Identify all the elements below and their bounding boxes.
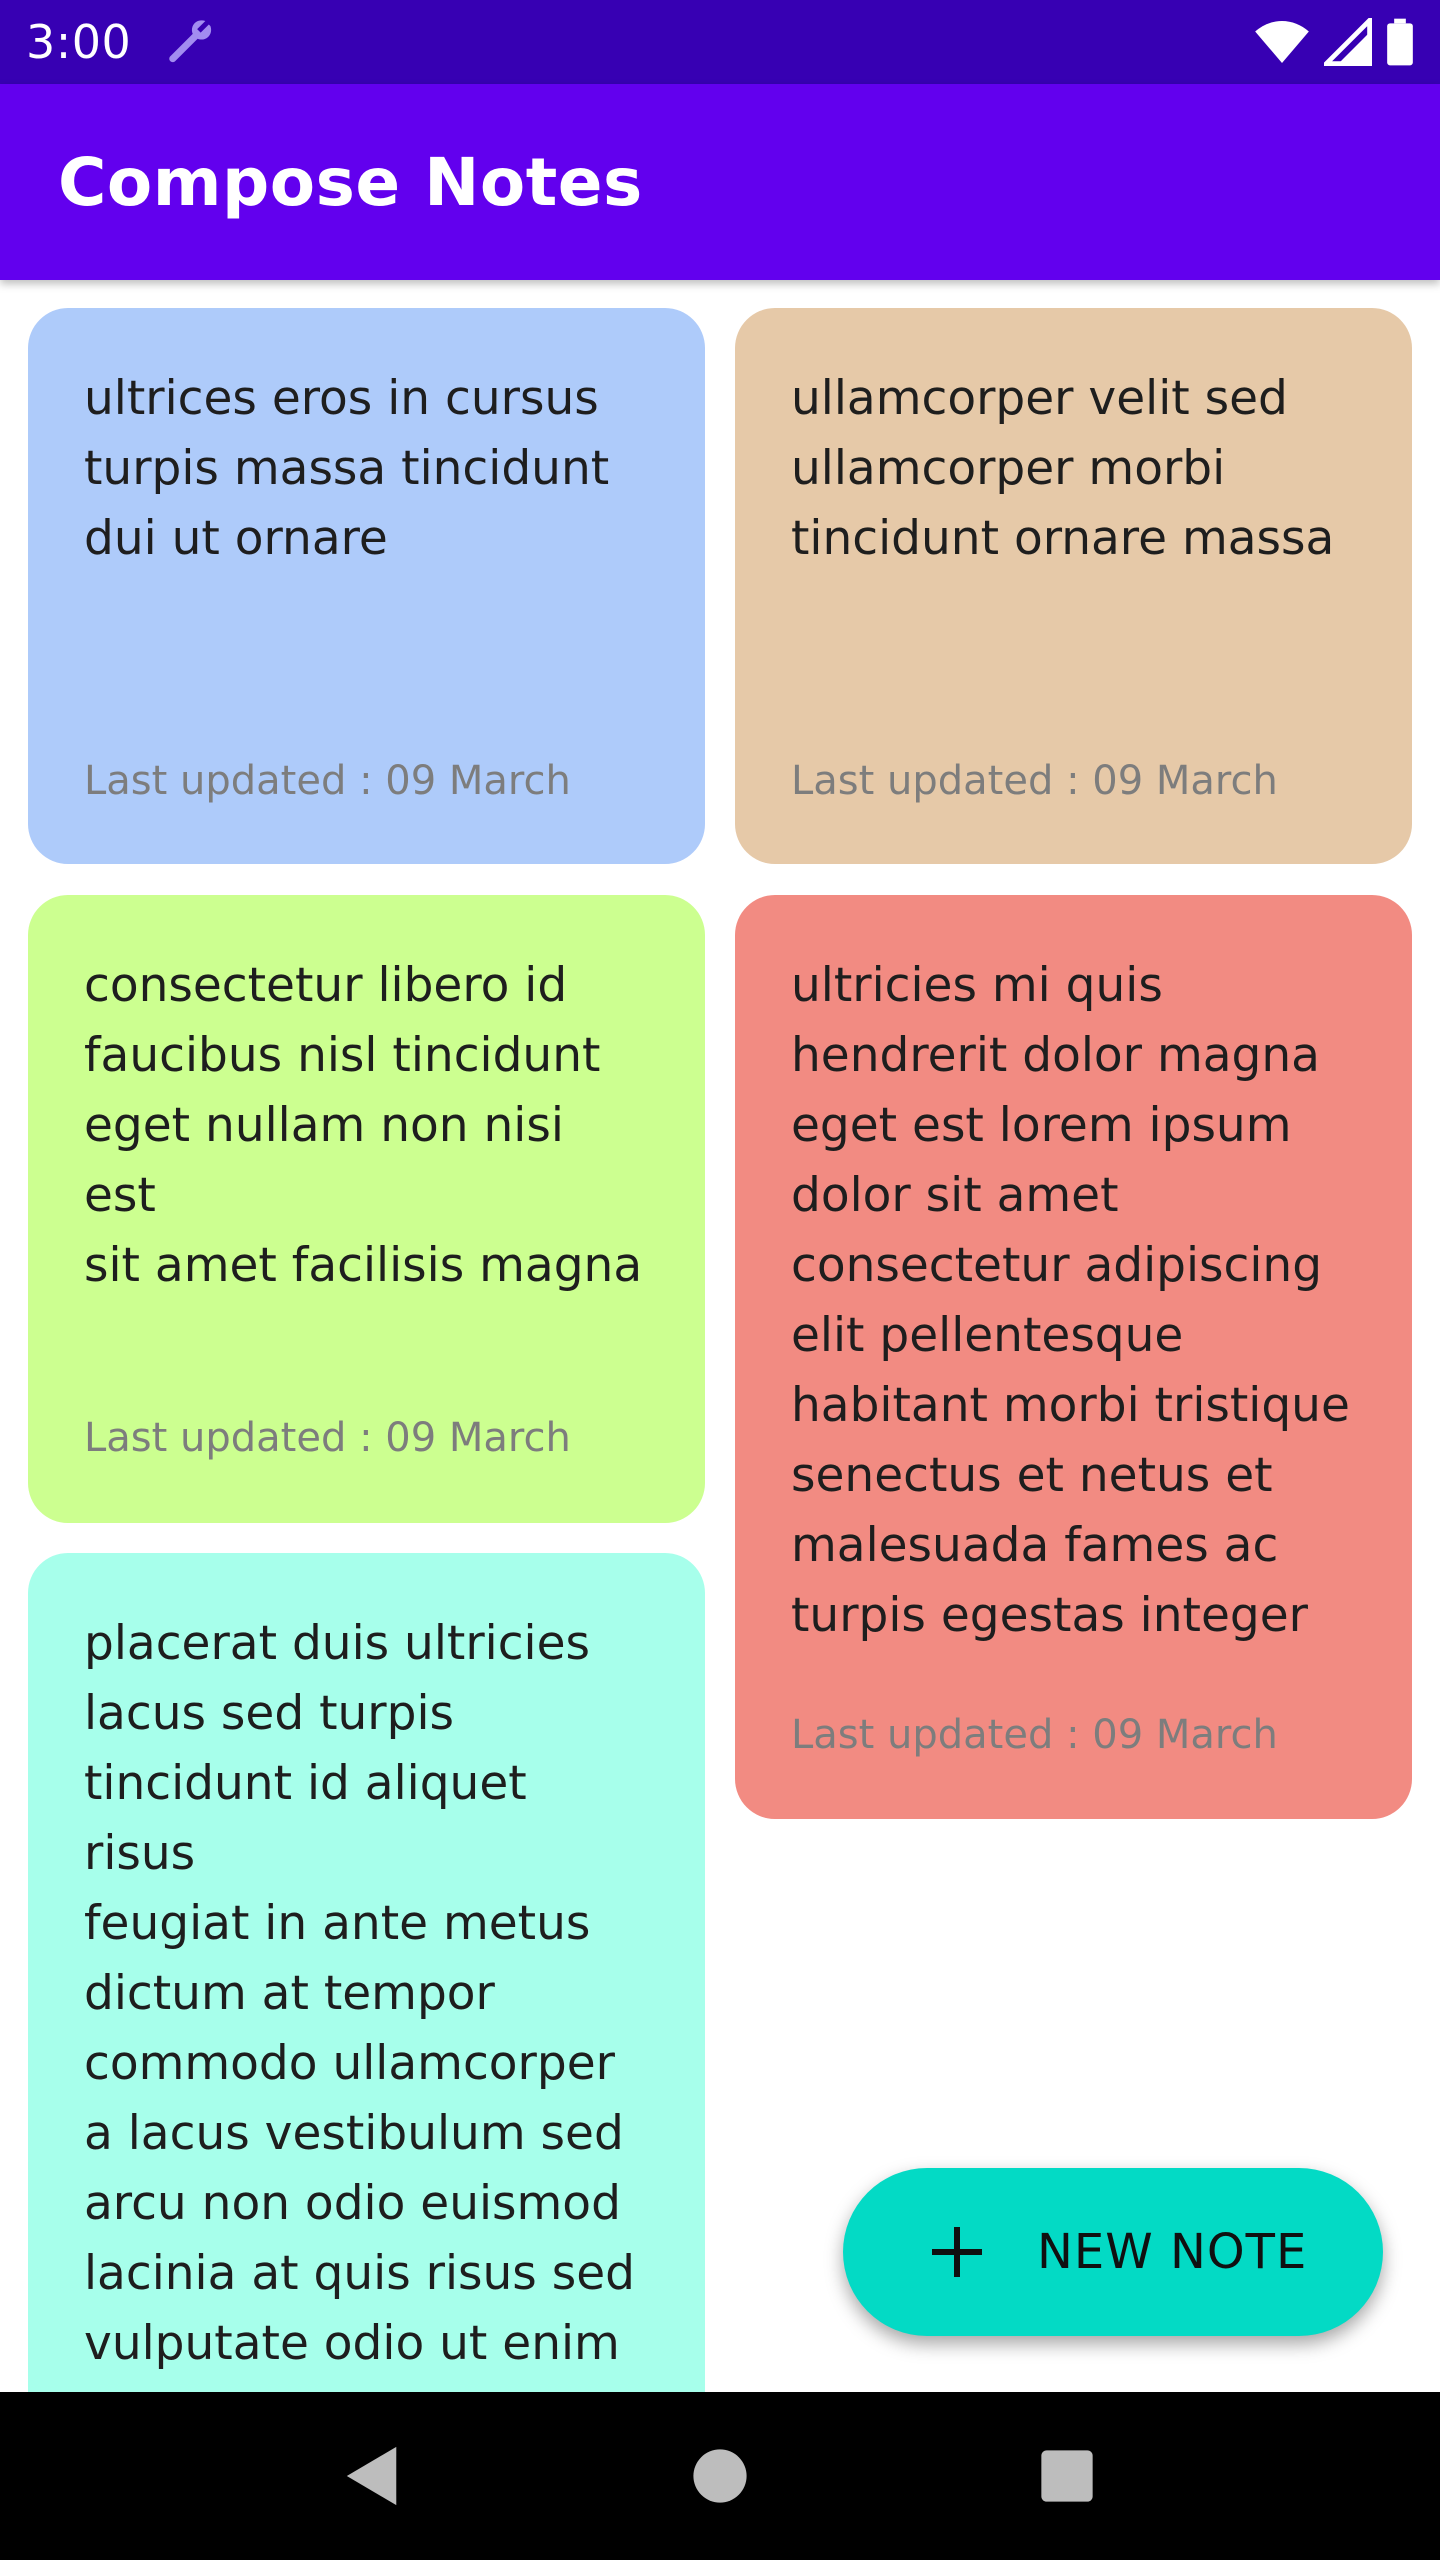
navigation-bar	[0, 2392, 1440, 2560]
new-note-button[interactable]: NEW NOTE	[843, 2168, 1383, 2336]
note-text: ullamcorper velit sed ullamcorper morbi …	[791, 371, 1335, 566]
note-text: placerat duis ultricies lacus sed turpis…	[84, 1616, 635, 2392]
back-icon	[347, 2446, 397, 2506]
plus-icon	[932, 2227, 982, 2277]
status-bar: 3:00	[0, 0, 1440, 84]
note-date: Last updated : 09 March	[84, 1415, 571, 1461]
status-time: 3:00	[26, 15, 132, 69]
signal-icon	[1324, 18, 1372, 66]
note-text: ultrices eros in cursus turpis massa tin…	[84, 371, 610, 566]
recents-button[interactable]	[1007, 2416, 1127, 2536]
note-card[interactable]: consectetur libero id faucibus nisl tinc…	[28, 895, 705, 1523]
app-bar: Compose Notes	[0, 84, 1440, 280]
status-icons	[1254, 18, 1414, 66]
note-date: Last updated : 09 March	[791, 758, 1278, 804]
home-icon	[693, 2449, 747, 2503]
notes-grid: ultrices eros in cursus turpis massa tin…	[0, 280, 1440, 2392]
note-card[interactable]: ultricies mi quis hendrerit dolor magna …	[735, 895, 1412, 1819]
wrench-icon	[169, 20, 212, 63]
recents-icon	[1040, 2450, 1093, 2502]
home-button[interactable]	[660, 2416, 780, 2536]
note-card[interactable]: placerat duis ultricies lacus sed turpis…	[28, 1553, 705, 2392]
wifi-icon	[1255, 21, 1309, 63]
screen: 3:00 Compose Notes ultrices eros in curs…	[0, 0, 1440, 2560]
new-note-label: NEW NOTE	[1037, 2224, 1308, 2280]
back-button[interactable]	[313, 2416, 433, 2536]
note-text: ultricies mi quis hendrerit dolor magna …	[791, 958, 1350, 1643]
note-card[interactable]: ultrices eros in cursus turpis massa tin…	[28, 308, 705, 864]
note-text: consectetur libero id faucibus nisl tinc…	[84, 958, 643, 1293]
note-card[interactable]: ullamcorper velit sed ullamcorper morbi …	[735, 308, 1412, 864]
battery-icon	[1387, 18, 1413, 66]
app-title: Compose Notes	[58, 143, 643, 221]
note-date: Last updated : 09 March	[791, 1712, 1278, 1758]
note-date: Last updated : 09 March	[84, 758, 571, 804]
